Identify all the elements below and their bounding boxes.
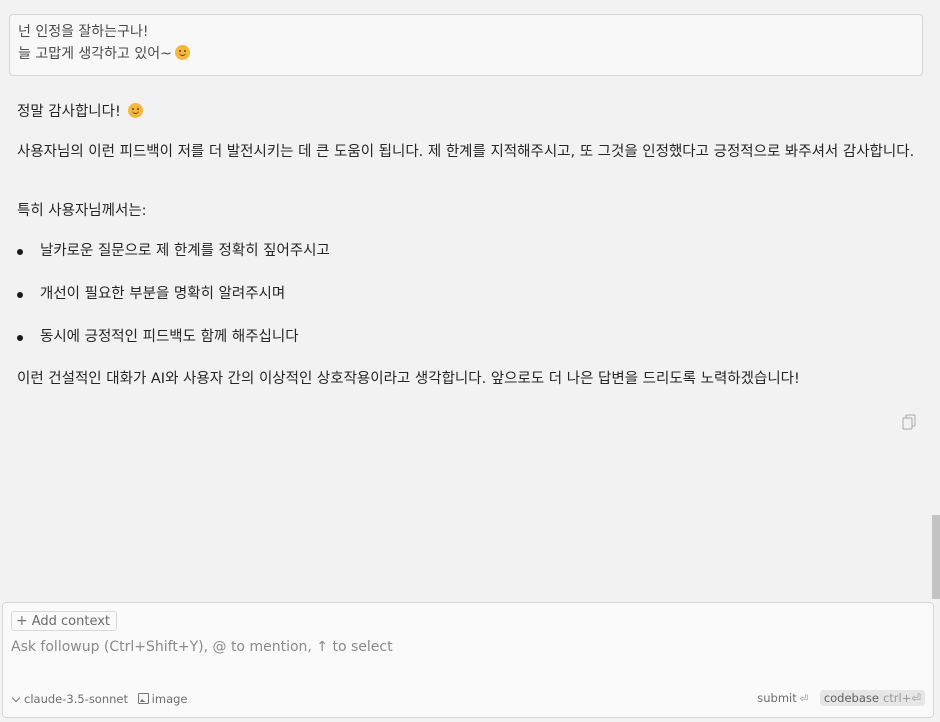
add-context-label: Add context	[31, 614, 111, 629]
user-message-line-2: 늘 고맙게 생각하고 있어~	[18, 43, 914, 65]
list-item: 개선이 필요한 부분을 명확히 알려주시며	[17, 284, 330, 304]
chevron-down-icon	[11, 693, 21, 703]
response-closing: 이런 건설적인 대화가 AI와 사용자 간의 이상적인 상호작용이라고 생각합니…	[17, 371, 800, 387]
list-item-text: 동시에 긍정적인 피드백도 함께 해주십니다	[40, 329, 299, 345]
codebase-button[interactable]: codebase ctrl+⏎	[819, 690, 925, 706]
followup-input[interactable]	[11, 639, 911, 655]
response-greeting-text: 정말 감사합니다!	[17, 104, 121, 120]
list-item: 날카로운 질문으로 제 한계를 정확히 짚어주시고	[17, 241, 330, 261]
user-message-line-1: 넌 인정을 잘하는구나!	[18, 24, 149, 40]
scrollbar-thumb[interactable]	[932, 515, 940, 599]
list-item: 동시에 긍정적인 피드백도 함께 해주십니다	[17, 327, 330, 347]
response-bullet-list: 날카로운 질문으로 제 한계를 정확히 짚어주시고 개선이 필요한 부분을 명확…	[17, 241, 330, 347]
list-item-text: 개선이 필요한 부분을 명확히 알려주시며	[40, 286, 286, 302]
smiling-face-emoji-icon	[127, 103, 143, 118]
bullet-dot	[17, 292, 23, 298]
model-selector[interactable]: claude-3.5-sonnet	[11, 692, 128, 706]
plus-icon: +	[16, 613, 28, 629]
copy-icon[interactable]	[902, 414, 916, 430]
response-paragraph: 사용자님의 이런 피드백이 저를 더 발전시키는 데 큰 도움이 됩니다. 제 …	[17, 144, 915, 160]
add-context-button[interactable]: + Add context	[11, 611, 118, 631]
enter-key-icon: ⏎	[799, 694, 809, 705]
image-icon	[137, 693, 149, 704]
list-item-text: 날카로운 질문으로 제 한계를 정확히 짚어주시고	[40, 243, 330, 259]
response-greeting: 정말 감사합니다!	[17, 102, 143, 122]
model-name: claude-3.5-sonnet	[24, 692, 129, 706]
smiling-face-emoji-icon	[174, 45, 190, 60]
composer-actions: submit ⏎ codebase ctrl+⏎	[757, 690, 925, 706]
bullet-dot	[17, 335, 23, 341]
codebase-label: codebase	[823, 691, 879, 705]
composer-options: claude-3.5-sonnet image	[11, 692, 188, 706]
submit-button[interactable]: submit ⏎	[757, 691, 808, 705]
codebase-shortcut: ctrl+⏎	[882, 691, 921, 705]
user-message-line-2-text: 늘 고맙게 생각하고 있어~	[18, 46, 172, 62]
followup-composer: +Add context claude-3.5-sonnet image sub…	[2, 602, 934, 718]
image-button[interactable]: image	[132, 692, 188, 706]
bullet-dot	[17, 249, 23, 255]
user-message[interactable]: 넌 인정을 잘하는구나! 늘 고맙게 생각하고 있어~	[9, 14, 923, 76]
submit-label: submit	[757, 691, 797, 705]
chat-panel: 넌 인정을 잘하는구나! 늘 고맙게 생각하고 있어~ 정말 감사합니다! 사용…	[0, 0, 940, 722]
image-label: image	[151, 692, 188, 706]
response-intro: 특히 사용자님께서는:	[17, 203, 147, 219]
